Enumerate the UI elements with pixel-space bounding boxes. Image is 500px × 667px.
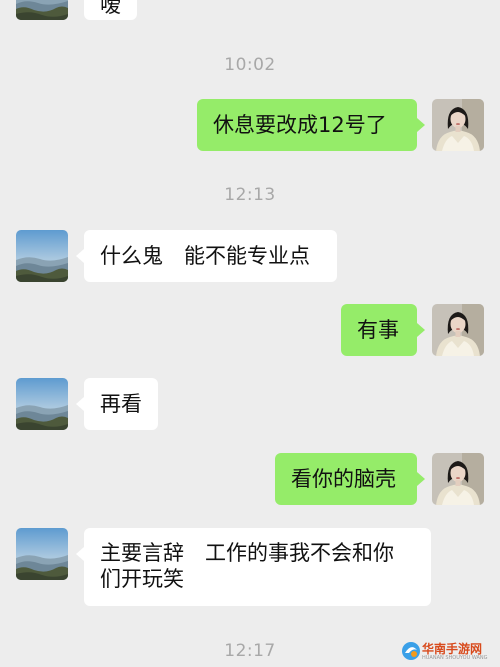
message-bubble-incoming[interactable]: 主要言辞 工作的事我不会和你 们开玩笑 (76, 528, 431, 606)
timestamp: 10:02 (224, 55, 276, 75)
contact-avatar[interactable] (16, 528, 68, 580)
message-bubble-outgoing[interactable]: 看你的脑壳 (275, 453, 425, 505)
landscape-avatar-icon (16, 378, 68, 430)
landscape-avatar-icon (16, 0, 68, 20)
message-text-line: 主要言辞 工作的事我不会和你 (100, 541, 394, 565)
portrait-avatar-icon (432, 304, 484, 356)
message-text: 有事 (357, 318, 399, 342)
contact-avatar[interactable] (16, 378, 68, 430)
message-bubble-incoming[interactable]: 嗳 (84, 0, 137, 20)
landscape-avatar-icon (16, 230, 68, 282)
message-text: 看你的脑壳 (291, 467, 396, 491)
contact-avatar[interactable] (16, 0, 68, 20)
message-text: 休息要改成12号了 (213, 113, 387, 137)
huanan-logo-icon (402, 642, 420, 660)
message-text: 再看 (100, 392, 142, 416)
contact-avatar[interactable] (16, 230, 68, 282)
watermark-subtitle: HUANAN SHOUYOU WANG (422, 655, 488, 661)
my-avatar[interactable] (432, 304, 484, 356)
message-bubble-outgoing[interactable]: 有事 (341, 304, 425, 356)
landscape-avatar-icon (16, 528, 68, 580)
message-bubble-incoming[interactable]: 再看 (76, 378, 158, 430)
portrait-avatar-icon (432, 99, 484, 151)
message-text-line: 们开玩笑 (100, 567, 184, 591)
my-avatar[interactable] (432, 453, 484, 505)
message-text: 嗳 (100, 0, 121, 17)
my-avatar[interactable] (432, 99, 484, 151)
watermark: 华南手游网 HUANAN SHOUYOU WANG (400, 633, 500, 667)
timestamp: 12:13 (224, 185, 276, 205)
message-bubble-outgoing[interactable]: 休息要改成12号了 (197, 99, 425, 151)
portrait-avatar-icon (432, 453, 484, 505)
chat-area[interactable]: 嗳 10:02 休息要改成12号了 12:13 什么鬼 能不能专业点 有事 再看… (0, 0, 500, 667)
message-bubble-incoming[interactable]: 什么鬼 能不能专业点 (76, 230, 337, 282)
message-text: 什么鬼 能不能专业点 (100, 244, 310, 268)
